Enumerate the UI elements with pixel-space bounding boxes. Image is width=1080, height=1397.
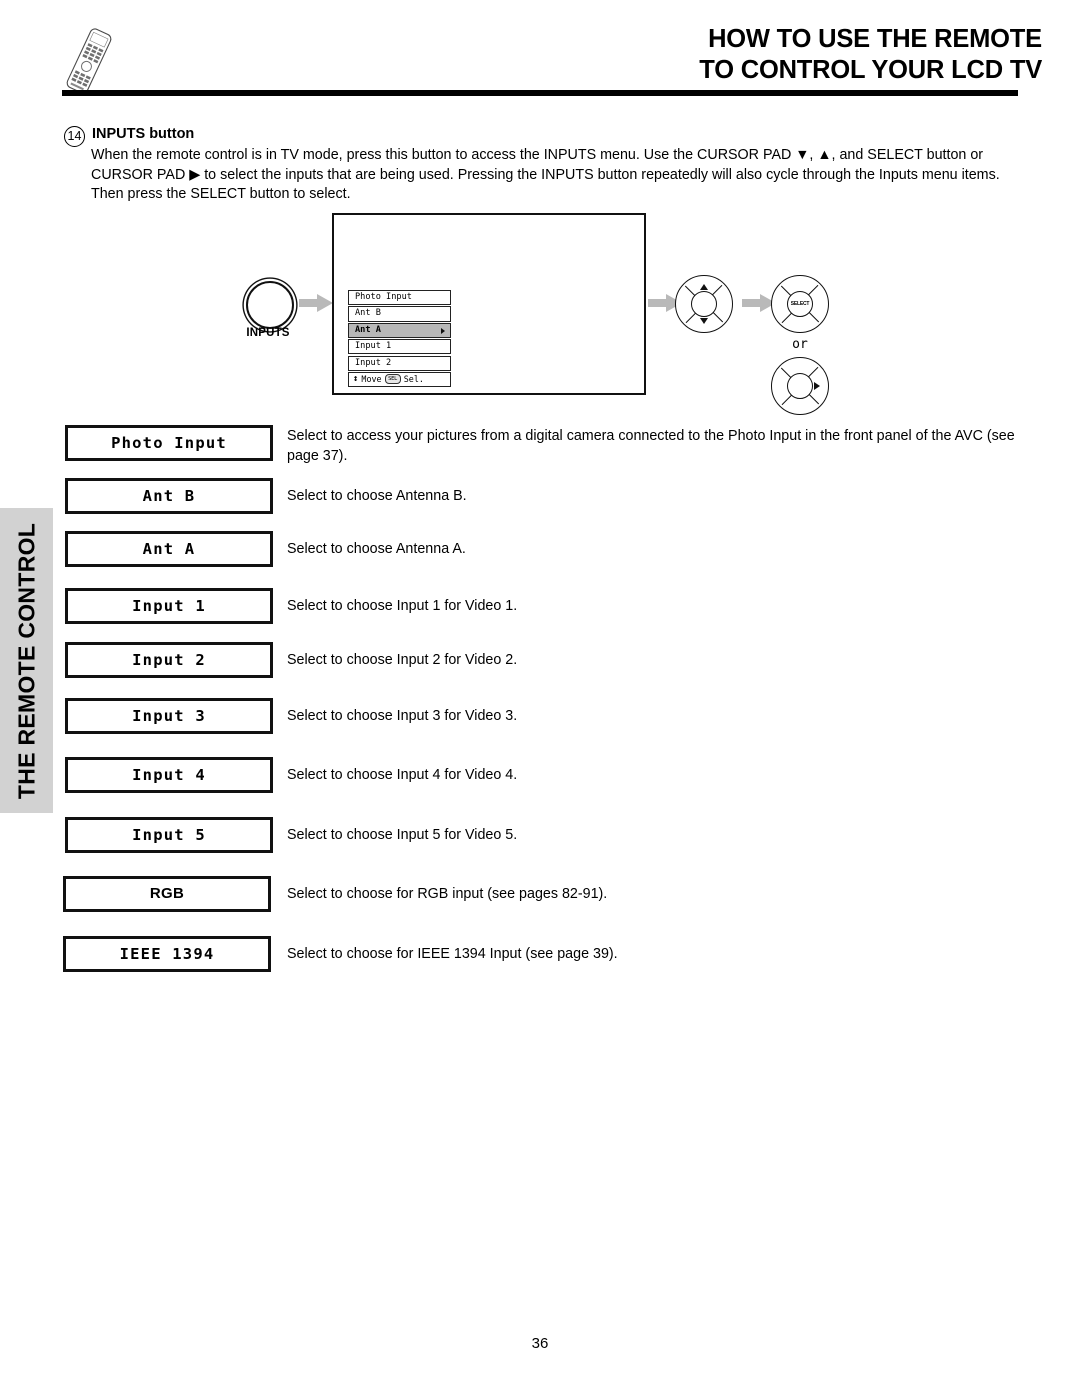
page-number: 36: [531, 1335, 549, 1352]
page-title: HOW TO USE THE REMOTE TO CONTROL YOUR LC…: [422, 24, 1042, 86]
input-key-rgb[interactable]: RGB: [63, 876, 271, 912]
input-key-input-5[interactable]: Input 5: [65, 817, 273, 853]
osd-move-label: Move: [361, 373, 382, 384]
remote-control-icon: [66, 28, 112, 94]
triangle-down-icon: [700, 318, 708, 324]
osd-item-ant-b[interactable]: Ant B: [348, 306, 451, 322]
section-side-tab: THE REMOTE CONTROL: [0, 508, 53, 813]
input-desc-input-1: Select to choose Input 1 for Video 1.: [287, 598, 518, 614]
input-desc-input-2: Select to choose Input 2 for Video 2.: [287, 652, 518, 668]
input-key-photo-input[interactable]: Photo Input: [65, 425, 273, 461]
section-side-tab-label: THE REMOTE CONTROL: [13, 522, 39, 799]
triangle-right-icon: [814, 382, 820, 390]
input-key-ieee-1394[interactable]: IEEE 1394: [63, 936, 271, 972]
input-desc-input-3: Select to choose Input 3 for Video 3.: [287, 708, 518, 724]
cursor-pad-hub: [787, 373, 813, 399]
osd-item-photo-input[interactable]: Photo Input: [348, 290, 451, 306]
cursor-pad-updown-graphic: [675, 275, 733, 333]
intro-body-text: When the remote control is in TV mode, p…: [91, 147, 1000, 203]
intro-heading: INPUTS button: [92, 126, 195, 142]
page-title-line-2: TO CONTROL YOUR LCD TV: [699, 56, 1042, 84]
inputs-button-graphic: [246, 281, 294, 329]
chevron-right-icon: [441, 328, 445, 335]
osd-item-ant-a[interactable]: Ant A: [348, 322, 451, 338]
up-down-arrow-icon: ↕: [353, 373, 359, 384]
osd-item-input-1[interactable]: Input 1: [348, 339, 451, 355]
select-hub-label: SELECT: [787, 291, 813, 317]
input-desc-ieee-1394: Select to choose for IEEE 1394 Input (se…: [287, 946, 618, 962]
intro-section: 14 INPUTS button When the remote control…: [64, 124, 1026, 205]
input-desc-ant-a: Select to choose Antenna A.: [287, 541, 466, 557]
input-key-input-3[interactable]: Input 3: [65, 698, 273, 734]
input-key-ant-a[interactable]: Ant A: [65, 531, 273, 567]
cursor-pad-hub: [691, 291, 717, 317]
input-key-input-2[interactable]: Input 2: [65, 642, 273, 678]
osd-item-label: Photo Input: [355, 292, 412, 302]
flow-arrow-1-icon: [299, 294, 333, 312]
intro-heading-row: 14 INPUTS button: [64, 124, 1026, 147]
step-number-badge: 14: [64, 126, 85, 147]
input-desc-input-5: Select to choose Input 5 for Video 5.: [287, 827, 518, 843]
osd-inputs-menu: Photo Input Ant B Ant A Input 1 Input 2 …: [348, 290, 451, 388]
input-desc-input-4: Select to choose Input 4 for Video 4.: [287, 767, 518, 783]
triangle-up-icon: [700, 284, 708, 290]
cursor-pad-right-graphic: [771, 357, 829, 415]
page-header: HOW TO USE THE REMOTE TO CONTROL YOUR LC…: [0, 0, 1080, 100]
osd-footer-hints: ↕ Move SEL Sel.: [348, 371, 451, 388]
select-chip-icon: SEL: [384, 374, 401, 385]
osd-item-label: Input 2: [355, 357, 392, 368]
tv-screen-graphic: Photo Input Ant B Ant A Input 1 Input 2 …: [332, 213, 646, 395]
input-key-input-4[interactable]: Input 4: [65, 757, 273, 793]
inputs-button-label: INPUTS: [246, 327, 290, 339]
or-label: or: [792, 337, 808, 352]
select-button-graphic: SELECT: [771, 275, 829, 333]
input-key-input-1[interactable]: Input 1: [65, 588, 273, 624]
osd-item-label: Ant B: [355, 308, 381, 319]
osd-item-input-2[interactable]: Input 2: [348, 355, 451, 371]
input-desc-rgb: Select to choose for RGB input (see page…: [287, 886, 608, 902]
input-key-ant-b[interactable]: Ant B: [65, 478, 273, 514]
page-title-line-1: HOW TO USE THE REMOTE: [708, 25, 1042, 53]
header-divider: [62, 90, 1018, 96]
osd-item-label: Input 1: [355, 341, 392, 352]
input-desc-photo-input: Select to access your pictures from a di…: [287, 428, 1015, 464]
osd-select-label: Sel.: [403, 373, 424, 384]
input-desc-ant-b: Select to choose Antenna B.: [287, 488, 467, 504]
osd-item-label: Ant A: [355, 324, 381, 335]
